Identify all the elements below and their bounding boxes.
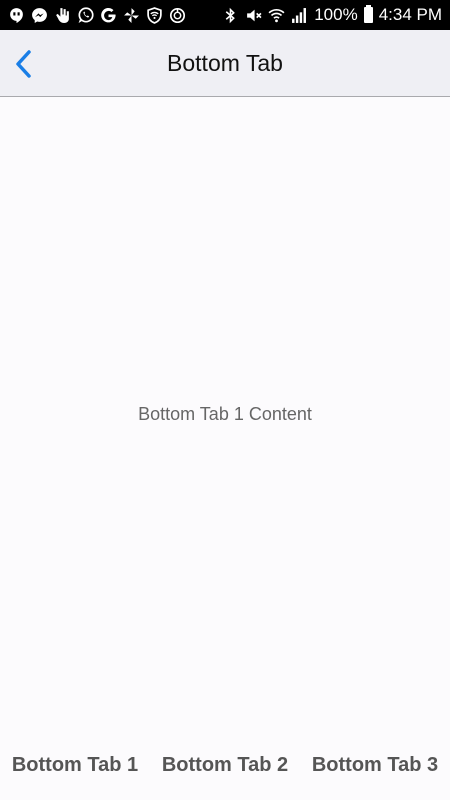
signal-icon bbox=[291, 7, 308, 24]
tab-label: Bottom Tab 1 bbox=[11, 754, 139, 776]
wifi-icon bbox=[268, 7, 285, 24]
bluetooth-icon bbox=[222, 7, 239, 24]
bottom-tab-bar: Bottom Tab 1 Bottom Tab 2 Bottom Tab 3 bbox=[0, 731, 450, 800]
vpn-shield-icon bbox=[146, 6, 163, 24]
tab-label: Bottom Tab 2 bbox=[161, 754, 289, 776]
whatsapp-icon bbox=[77, 6, 94, 24]
google-icon bbox=[100, 7, 117, 24]
navigation-bar: Bottom Tab bbox=[0, 30, 450, 97]
hangouts-icon bbox=[8, 7, 25, 24]
sync-icon bbox=[169, 7, 186, 24]
clock: 4:34 PM bbox=[378, 5, 442, 24]
pinwheel-icon bbox=[123, 7, 140, 24]
status-right: 100% 4:34 PM bbox=[222, 5, 442, 25]
page-title: Bottom Tab bbox=[167, 49, 283, 76]
tab-bottom-tab-2[interactable]: Bottom Tab 2 bbox=[150, 731, 300, 800]
content-text: Bottom Tab 1 Content bbox=[138, 403, 312, 424]
tab-bottom-tab-1[interactable]: Bottom Tab 1 bbox=[0, 731, 150, 800]
status-bar: 100% 4:34 PM bbox=[0, 0, 450, 30]
tab-label: Bottom Tab 3 bbox=[311, 754, 439, 776]
battery-percent: 100% bbox=[314, 5, 358, 24]
hand-icon bbox=[54, 7, 71, 24]
mute-icon bbox=[245, 7, 262, 24]
tab-content: Bottom Tab 1 Content bbox=[0, 97, 450, 731]
back-button[interactable] bbox=[6, 44, 42, 84]
messenger-icon bbox=[31, 7, 48, 24]
status-left bbox=[8, 6, 186, 24]
tab-bottom-tab-3[interactable]: Bottom Tab 3 bbox=[300, 731, 450, 800]
battery-icon bbox=[363, 5, 373, 23]
chevron-left-icon bbox=[16, 50, 31, 78]
